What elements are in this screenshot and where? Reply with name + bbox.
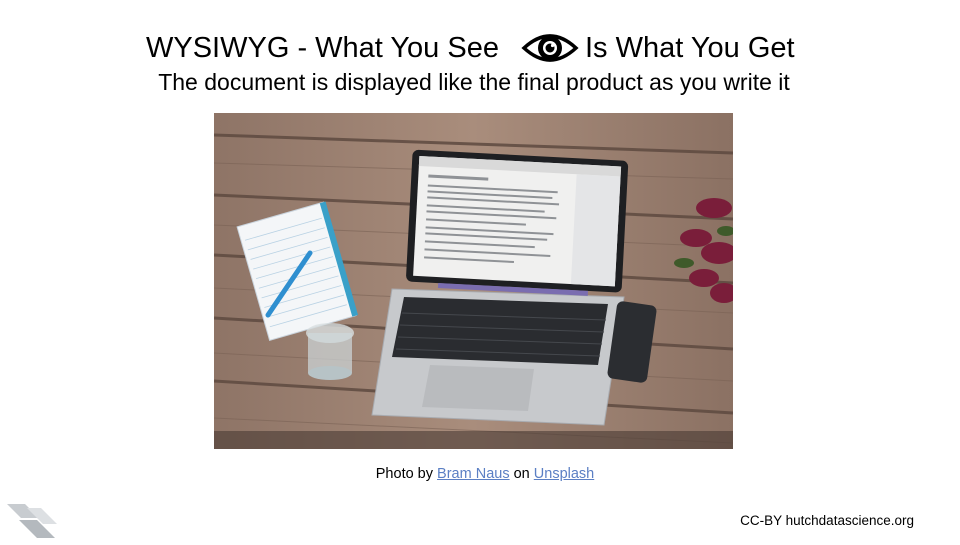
license-footer: CC-BY hutchdatascience.org bbox=[740, 513, 914, 528]
slide-title: WYSIWYG - What You See Is What You Get bbox=[0, 28, 960, 72]
credit-prefix: Photo by bbox=[375, 466, 434, 482]
unsplash-link[interactable]: Unsplash bbox=[534, 466, 594, 482]
author-link[interactable]: Bram Naus bbox=[437, 466, 510, 482]
photo-credit: Photo by Bram Naus on Unsplash bbox=[0, 465, 960, 483]
title-before-icon: WYSIWYG - What You See bbox=[146, 32, 499, 64]
credit-middle: on bbox=[513, 466, 530, 482]
laptop-on-wooden-table-photo bbox=[214, 113, 733, 449]
hutch-logo-icon bbox=[5, 500, 60, 540]
eye-icon bbox=[521, 27, 579, 69]
slide-subtitle: The document is displayed like the final… bbox=[158, 69, 790, 95]
title-after-icon: Is What You Get bbox=[585, 32, 795, 64]
